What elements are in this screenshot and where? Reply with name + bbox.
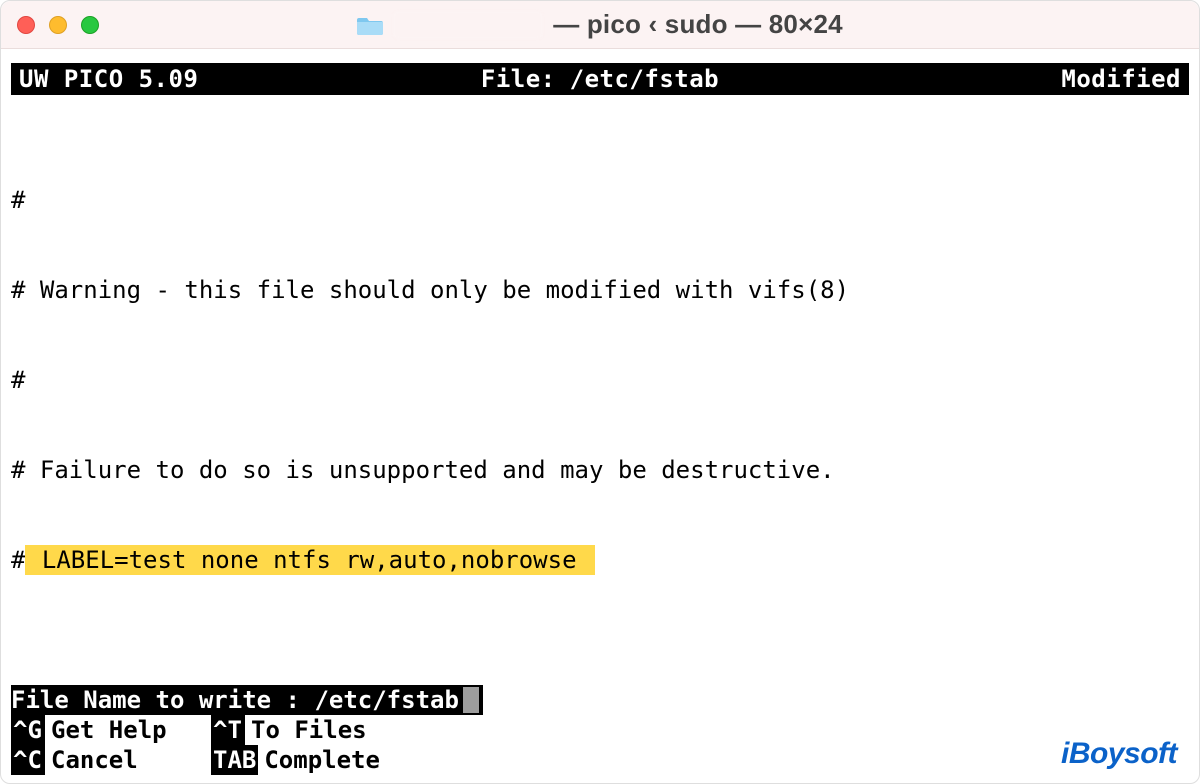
pico-file-label: File: bbox=[481, 65, 556, 93]
editor-line: # Failure to do so is unsupported and ma… bbox=[11, 455, 835, 485]
shortcut-key[interactable]: ^G bbox=[11, 715, 45, 745]
zoom-window-button[interactable] bbox=[81, 16, 99, 34]
editor-line: # bbox=[11, 185, 25, 215]
window-title-text: — pico ‹ sudo — 80×24 bbox=[553, 9, 843, 40]
terminal-window: — pico ‹ sudo — 80×24 UW PICO 5.09 File:… bbox=[0, 0, 1200, 784]
shortcut-label: Get Help bbox=[51, 715, 167, 745]
editor-line: # bbox=[11, 365, 25, 395]
pico-file-path: /etc/fstab bbox=[570, 65, 720, 93]
editor-line-prefix: # bbox=[11, 545, 25, 575]
text-cursor bbox=[463, 687, 479, 713]
shortcut-label: To Files bbox=[251, 715, 367, 745]
pico-status-bar: UW PICO 5.09 File: /etc/fstab Modified bbox=[11, 63, 1189, 95]
editor-line: # Warning - this file should only be mod… bbox=[11, 275, 849, 305]
filename-prompt[interactable]: File Name to write : /etc/fstab bbox=[11, 685, 483, 715]
prompt-label: File Name to write : bbox=[11, 686, 300, 714]
window-titlebar: — pico ‹ sudo — 80×24 bbox=[1, 1, 1199, 49]
watermark-logo: iBoysoft bbox=[1061, 737, 1177, 771]
traffic-lights bbox=[17, 16, 99, 34]
minimize-window-button[interactable] bbox=[49, 16, 67, 34]
window-title: — pico ‹ sudo — 80×24 bbox=[1, 9, 1199, 40]
shortcut-key[interactable]: ^T bbox=[211, 715, 245, 745]
redacted-path bbox=[393, 11, 543, 39]
shortcut-label: Complete bbox=[264, 745, 380, 775]
folder-icon bbox=[357, 14, 383, 36]
shortcut-key[interactable]: TAB bbox=[211, 745, 258, 775]
shortcut-key[interactable]: ^C bbox=[11, 745, 45, 775]
editor-content[interactable]: # # Warning - this file should only be m… bbox=[1, 95, 1199, 685]
shortcut-bar: ^G Get Help ^T To Files ^C Cancel TAB Co… bbox=[1, 715, 1199, 783]
shortcut-label: Cancel bbox=[51, 745, 138, 775]
highlighted-text: LABEL=test none ntfs rw,auto,nobrowse bbox=[25, 545, 595, 575]
close-window-button[interactable] bbox=[17, 16, 35, 34]
prompt-value: /etc/fstab bbox=[314, 686, 459, 714]
